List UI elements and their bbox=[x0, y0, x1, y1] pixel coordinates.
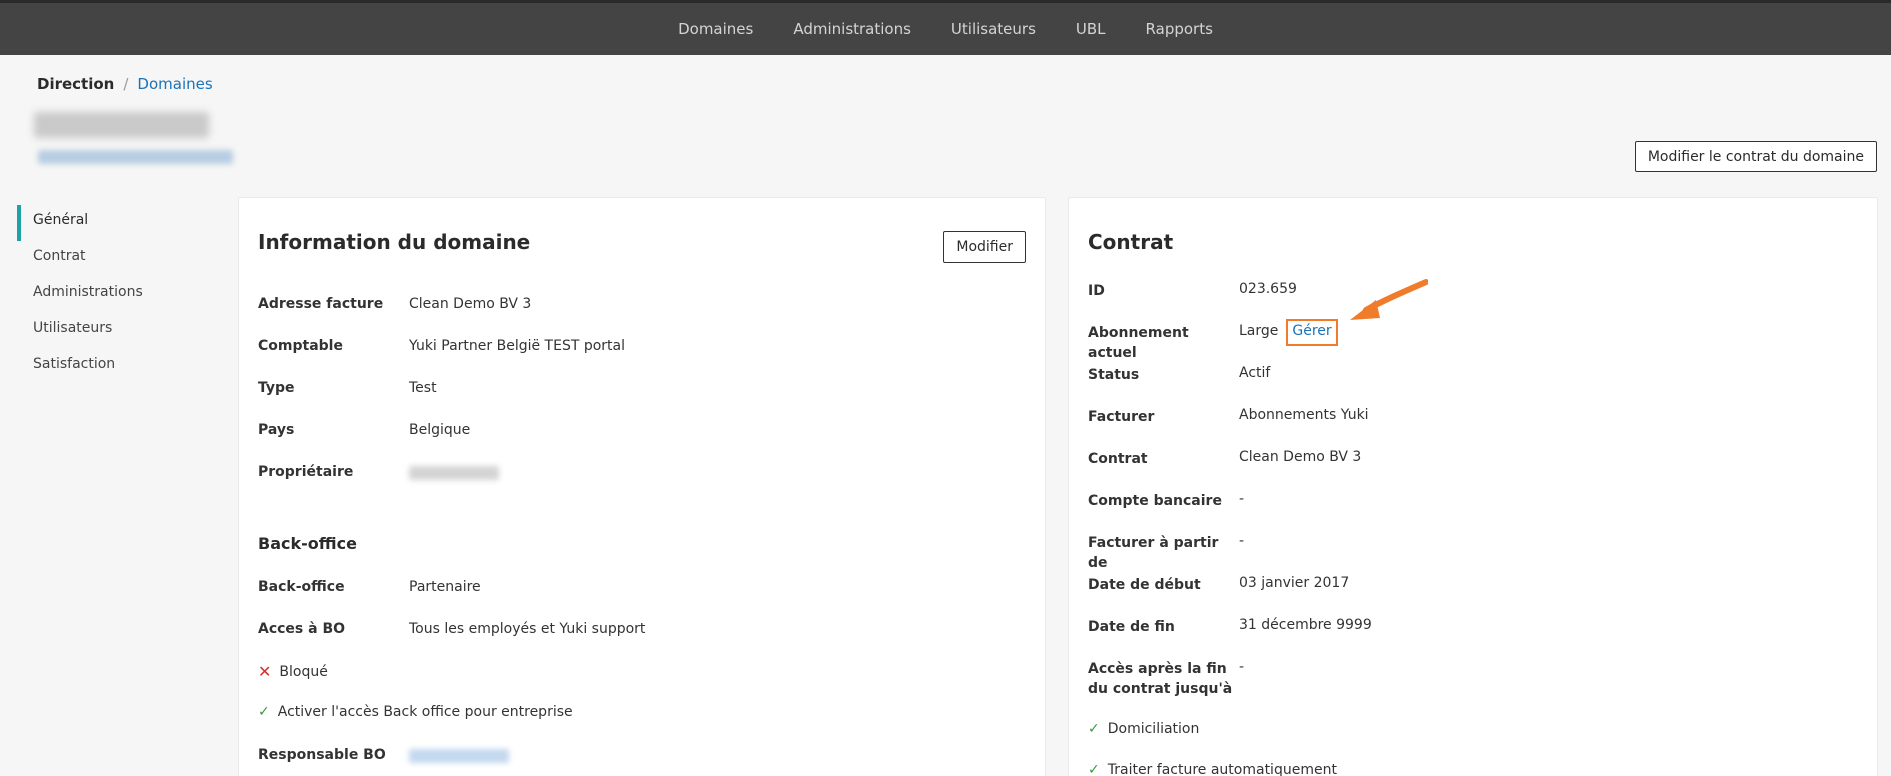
domain-title-redacted bbox=[34, 112, 209, 138]
side-navigation: Général Contrat Administrations Utilisat… bbox=[17, 205, 217, 385]
row-value: Test bbox=[409, 380, 437, 396]
sidenav-item-utilisateurs[interactable]: Utilisateurs bbox=[17, 313, 217, 349]
row-value: 023.659 bbox=[1239, 281, 1297, 297]
checkmark-icon: ✓ bbox=[1088, 721, 1100, 737]
row-proprietaire: Propriétaire bbox=[258, 464, 499, 480]
row-value: Actif bbox=[1239, 365, 1271, 381]
domiciliation-label: Domiciliation bbox=[1107, 721, 1200, 737]
row-value: 03 janvier 2017 bbox=[1239, 575, 1350, 591]
breadcrumb-root[interactable]: Direction bbox=[37, 75, 114, 93]
activate-backoffice-status: ✓ Activer l'accès Back office pour entre… bbox=[258, 704, 573, 720]
row-compte-bancaire: Compte bancaire - bbox=[1088, 491, 1244, 511]
row-value: Abonnements Yuki bbox=[1239, 407, 1369, 423]
row-label: Accès après la fin du contrat jusqu'à bbox=[1088, 661, 1233, 697]
responsable-value-redacted[interactable] bbox=[409, 749, 509, 763]
manage-subscription-link[interactable]: Gérer bbox=[1286, 319, 1338, 346]
edit-domain-contract-button[interactable]: Modifier le contrat du domaine bbox=[1634, 141, 1877, 172]
breadcrumb-current[interactable]: Domaines bbox=[137, 75, 212, 93]
auto-process-status: ✓ Traiter facture automatiquement bbox=[1088, 762, 1337, 776]
row-value: Tous les employés et Yuki support bbox=[409, 621, 646, 637]
sidenav-item-administrations[interactable]: Administrations bbox=[17, 277, 217, 313]
breadcrumb: Direction / Domaines bbox=[37, 75, 213, 93]
row-type: Type Test bbox=[258, 380, 437, 396]
blocked-status: ✕ Bloqué bbox=[258, 662, 328, 681]
row-label: Comptable bbox=[258, 338, 343, 354]
nav-item-administrations[interactable]: Administrations bbox=[773, 3, 931, 55]
row-label: Date de fin bbox=[1088, 619, 1175, 635]
auto-process-label: Traiter facture automatiquement bbox=[1107, 762, 1337, 776]
row-acces-bo: Acces à BO Tous les employés et Yuki sup… bbox=[258, 621, 645, 637]
nav-item-utilisateurs[interactable]: Utilisateurs bbox=[931, 3, 1056, 55]
nav-item-ubl[interactable]: UBL bbox=[1056, 3, 1126, 55]
row-label: Abonnement actuel bbox=[1088, 325, 1189, 361]
row-value: - bbox=[1239, 491, 1245, 507]
row-value: - bbox=[1239, 659, 1245, 675]
edit-domain-button[interactable]: Modifier bbox=[943, 231, 1026, 263]
row-label: Propriétaire bbox=[258, 464, 354, 480]
activate-label: Activer l'accès Back office pour entrepr… bbox=[277, 704, 573, 720]
checkmark-icon: ✓ bbox=[1088, 762, 1100, 776]
row-label: Facturer à partir de bbox=[1088, 535, 1219, 571]
row-comptable: Comptable Yuki Partner België TEST porta… bbox=[258, 338, 625, 354]
sidenav-item-contrat[interactable]: Contrat bbox=[17, 241, 217, 277]
breadcrumb-separator: / bbox=[123, 75, 129, 93]
annotation-arrow-icon bbox=[1350, 279, 1428, 320]
row-label: Facturer bbox=[1088, 409, 1155, 425]
row-label: Acces à BO bbox=[258, 621, 346, 637]
row-value: Partenaire bbox=[409, 579, 481, 595]
row-abonnement-actuel: Abonnement actuel Large Gérer bbox=[1088, 319, 1338, 363]
row-label: ID bbox=[1088, 283, 1105, 299]
contract-card: Contrat ID 023.659 Abonnement actuel Lar… bbox=[1068, 197, 1878, 776]
row-responsable-bo: Responsable BO bbox=[258, 747, 509, 763]
nav-item-rapports[interactable]: Rapports bbox=[1126, 3, 1233, 55]
row-label: Pays bbox=[258, 422, 295, 438]
row-status: Status Actif bbox=[1088, 365, 1270, 385]
domain-info-title: Information du domaine bbox=[258, 230, 531, 254]
row-label: Contrat bbox=[1088, 451, 1148, 467]
checkmark-icon: ✓ bbox=[258, 704, 270, 720]
row-facturer-a-partir: Facturer à partir de - bbox=[1088, 533, 1244, 573]
top-navbar: Domaines Administrations Utilisateurs UB… bbox=[0, 0, 1891, 55]
row-back-office: Back-office Partenaire bbox=[258, 579, 481, 595]
contract-title: Contrat bbox=[1088, 230, 1174, 254]
top-nav-items: Domaines Administrations Utilisateurs UB… bbox=[0, 3, 1891, 55]
backoffice-section-title: Back-office bbox=[258, 534, 357, 553]
row-value: 31 décembre 9999 bbox=[1239, 617, 1372, 633]
row-label: Type bbox=[258, 380, 295, 396]
row-label: Status bbox=[1088, 367, 1140, 383]
row-value: Yuki Partner België TEST portal bbox=[409, 338, 625, 354]
row-label: Compte bancaire bbox=[1088, 493, 1222, 509]
owner-value-redacted bbox=[409, 466, 499, 480]
row-facturer: Facturer Abonnements Yuki bbox=[1088, 407, 1369, 427]
row-value: Large bbox=[1239, 323, 1279, 339]
sidenav-item-general[interactable]: Général bbox=[17, 205, 217, 241]
domain-subtitle-redacted bbox=[38, 150, 233, 164]
row-value: Belgique bbox=[409, 422, 471, 438]
row-contrat: Contrat Clean Demo BV 3 bbox=[1088, 449, 1361, 469]
row-acces-apres-fin: Accès après la fin du contrat jusqu'à - bbox=[1088, 659, 1244, 699]
row-label: Back-office bbox=[258, 579, 345, 595]
row-date-debut: Date de début 03 janvier 2017 bbox=[1088, 575, 1349, 595]
row-value: Clean Demo BV 3 bbox=[409, 296, 532, 312]
row-label: Adresse facture bbox=[258, 296, 384, 312]
row-value: - bbox=[1239, 533, 1245, 549]
row-id: ID 023.659 bbox=[1088, 281, 1297, 301]
domain-info-card: Information du domaine Modifier Adresse … bbox=[238, 197, 1046, 776]
close-icon: ✕ bbox=[258, 662, 272, 681]
domiciliation-status: ✓ Domiciliation bbox=[1088, 721, 1199, 737]
row-adresse-facture: Adresse facture Clean Demo BV 3 bbox=[258, 296, 531, 312]
row-value: Clean Demo BV 3 bbox=[1239, 449, 1362, 465]
row-date-fin: Date de fin 31 décembre 9999 bbox=[1088, 617, 1372, 637]
sidenav-item-satisfaction[interactable]: Satisfaction bbox=[17, 349, 217, 385]
row-pays: Pays Belgique bbox=[258, 422, 470, 438]
blocked-label: Bloqué bbox=[279, 663, 328, 680]
nav-item-domaines[interactable]: Domaines bbox=[658, 3, 773, 55]
row-label: Responsable BO bbox=[258, 747, 386, 763]
row-label: Date de début bbox=[1088, 577, 1201, 593]
